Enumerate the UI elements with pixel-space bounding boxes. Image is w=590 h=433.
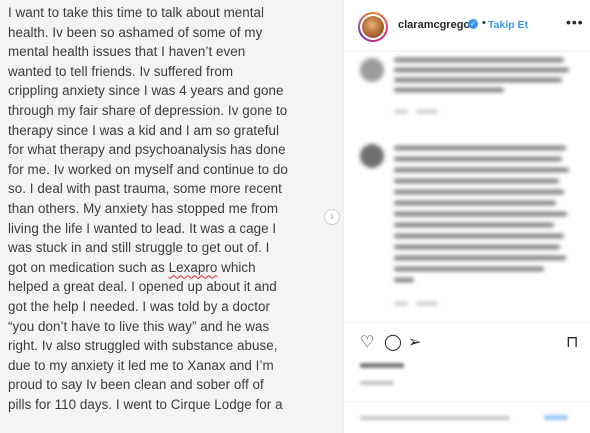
post-sidebar: claramcgregor ✓ • Takip Et ••• ♡ ◯ ➢ ⊓ (343, 0, 590, 433)
blurred-text (394, 58, 564, 62)
text-line: helped a great deal. I opened up about i… (8, 279, 277, 295)
text-line: therapy since I was a kid and I am so gr… (8, 122, 279, 138)
blurred-text (394, 78, 562, 82)
text-line: living the life I wanted to lead. It was… (8, 220, 277, 236)
heart-icon[interactable]: ♡ (360, 335, 374, 351)
post-header: claramcgregor ✓ • Takip Et ••• (344, 0, 590, 52)
text-line: for me. Iv worked on myself and continue… (8, 161, 288, 177)
text-line: proud to say Iv been clean and sober off… (8, 377, 264, 393)
username-link[interactable]: claramcgregor (398, 19, 474, 31)
more-options-icon[interactable]: ••• (566, 14, 584, 30)
comments-list-blurred (344, 52, 590, 322)
text-line: mental health issues that I haven’t even (8, 44, 246, 60)
text-line-head: got on medication such as (8, 259, 169, 275)
bookmark-icon[interactable]: ⊓ (566, 335, 578, 351)
add-comment-input-blurred[interactable] (360, 416, 510, 420)
post-actions: ♡ ◯ ➢ ⊓ (344, 322, 590, 432)
text-line: was stuck in and still struggle to get o… (8, 240, 270, 256)
add-comment-bar (344, 401, 590, 433)
avatar[interactable] (358, 12, 388, 42)
blurred-text (394, 245, 560, 249)
blurred-meta (394, 110, 408, 113)
blurred-text (394, 278, 414, 282)
text-line: I want to take this time to talk about m… (8, 5, 265, 20)
comment-avatar (360, 144, 384, 168)
chevron-right-icon: › (330, 210, 334, 223)
blurred-text (394, 267, 544, 271)
blurred-text (394, 68, 569, 72)
blurred-text (394, 201, 556, 205)
text-line: got on medication such as Lexapro which (8, 258, 338, 278)
post-caption-text: I want to take this time to talk about m… (8, 3, 338, 414)
blurred-text (394, 234, 564, 238)
follow-button[interactable]: Takip Et (488, 19, 528, 31)
separator-dot: • (482, 17, 486, 29)
blurred-text (394, 88, 504, 92)
blurred-text (394, 157, 562, 161)
text-line: than others. My anxiety has stopped me f… (8, 200, 279, 216)
post-image: I want to take this time to talk about m… (0, 0, 343, 433)
text-line: so. I deal with past trauma, some more r… (8, 181, 282, 197)
text-line: “you don’t have to live this way” and he… (8, 318, 270, 334)
text-line: crippling anxiety since I was 4 years an… (8, 83, 284, 99)
post-date-blurred (360, 381, 394, 385)
blurred-text (394, 179, 559, 183)
blurred-meta (416, 302, 438, 305)
blurred-text (394, 190, 564, 194)
comment-icon[interactable]: ◯ (384, 335, 402, 351)
text-line: pills for 110 days. I went to Cirque Lod… (8, 396, 283, 412)
text-line: wanted to tell friends. Iv suffered from (8, 63, 234, 79)
blurred-meta (394, 302, 408, 305)
blurred-text (394, 212, 567, 216)
blurred-meta (416, 110, 438, 113)
post-comment-button-blurred[interactable] (544, 415, 568, 420)
text-line: for what therapy and psychoanalysis has … (8, 142, 286, 158)
text-line: through my fair share of depression. Iv … (8, 102, 288, 118)
misspelled-word: Lexapro (168, 259, 218, 275)
next-arrow-button[interactable]: › (324, 209, 340, 225)
text-line: due to my anxiety it led me to Xanax and… (8, 357, 274, 373)
share-icon[interactable]: ➢ (408, 335, 421, 351)
blurred-text (394, 146, 566, 150)
verified-badge-icon: ✓ (468, 19, 478, 29)
text-line: right. Iv also struggled with substance … (8, 338, 278, 354)
text-line-tail: which (217, 259, 256, 275)
text-line: got the help I needed. I was told by a d… (8, 298, 271, 314)
text-line: health. Iv been so ashamed of some of my (8, 24, 263, 40)
likes-count-blurred (360, 363, 404, 368)
blurred-text (394, 168, 569, 172)
comment-avatar (360, 58, 384, 82)
blurred-text (394, 223, 554, 227)
avatar-image (362, 16, 384, 38)
blurred-text (394, 256, 566, 260)
